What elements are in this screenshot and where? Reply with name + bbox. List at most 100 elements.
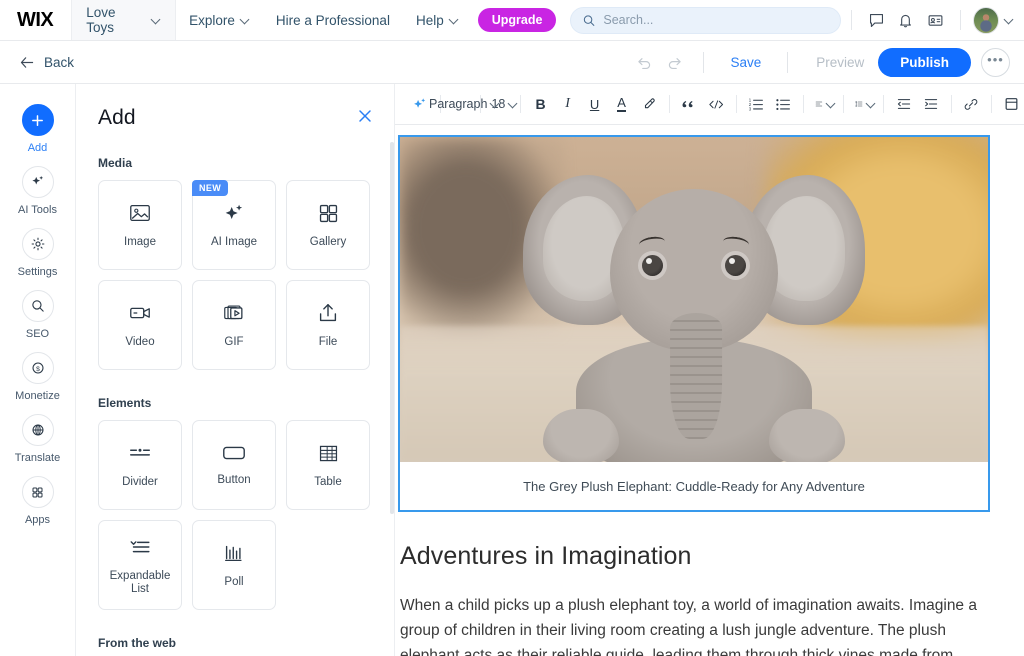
divider — [703, 52, 704, 73]
bell-icon[interactable] — [891, 5, 920, 35]
add-card-gallery[interactable]: Gallery — [286, 180, 370, 270]
add-card-divider[interactable]: Divider — [98, 420, 182, 510]
sidebar-item-apps[interactable]: Apps — [1, 470, 75, 530]
sidebar-item-translate[interactable]: Translate — [1, 408, 75, 468]
svg-text:3: 3 — [749, 106, 752, 111]
site-selector-tab[interactable]: Love Toys — [71, 0, 176, 40]
chevron-down-icon — [450, 15, 459, 24]
italic-button[interactable]: I — [555, 90, 581, 118]
add-card-label: AI Image — [208, 236, 260, 249]
content-editor: Paragraph 18 B I U — [395, 84, 1024, 656]
divider — [960, 10, 961, 30]
add-card-label: GIF — [221, 336, 246, 349]
section-label-from-the-web: From the web — [98, 636, 394, 650]
back-button[interactable]: Back — [20, 55, 74, 70]
close-icon[interactable] — [358, 106, 372, 123]
contact-card-icon[interactable] — [920, 5, 949, 35]
preview-button[interactable]: Preview — [802, 55, 878, 70]
add-card-button[interactable]: Button — [192, 420, 276, 510]
svg-text:$: $ — [36, 366, 40, 373]
nav-item-hire-a-professional[interactable]: Hire a Professional — [263, 0, 403, 40]
redo-icon[interactable] — [659, 47, 689, 77]
sidebar-item-monetize[interactable]: $ Monetize — [1, 346, 75, 406]
site-name-label: Love Toys — [86, 5, 145, 35]
search-box[interactable] — [570, 7, 840, 34]
sidebar-label-settings: Settings — [18, 266, 58, 278]
add-card-gif[interactable]: GIF — [192, 280, 276, 370]
add-card-label: Gallery — [307, 236, 349, 249]
text-color-label: A — [617, 96, 626, 112]
elephant-photo[interactable] — [400, 137, 988, 462]
document-content: The Grey Plush Elephant: Cuddle-Ready fo… — [395, 135, 1024, 656]
editor-body: Add AI Tools Settings — [0, 84, 1024, 656]
dollar-icon: $ — [22, 352, 54, 384]
upload-icon — [316, 301, 340, 325]
expandable-list-icon — [128, 535, 152, 559]
left-rail: Add AI Tools Settings — [0, 84, 76, 656]
indent-icon[interactable] — [918, 90, 944, 118]
underline-label: U — [590, 97, 599, 112]
nav-label-hire: Hire a Professional — [276, 13, 390, 28]
upgrade-button[interactable]: Upgrade — [478, 8, 557, 32]
topbar-spacer — [556, 0, 570, 40]
add-card-label: Button — [214, 474, 253, 487]
bold-button[interactable]: B — [528, 90, 554, 118]
underline-button[interactable]: U — [582, 90, 608, 118]
add-card-ai-image[interactable]: NEW AI Image — [192, 180, 276, 270]
back-label: Back — [44, 55, 74, 70]
ordered-list-icon[interactable]: 1 2 3 — [743, 90, 769, 118]
add-card-expandable-list[interactable]: Expandable List — [98, 520, 182, 610]
align-left-icon[interactable] — [810, 90, 836, 118]
line-height-icon[interactable] — [850, 90, 876, 118]
sidebar-item-ai-tools[interactable]: AI Tools — [1, 160, 75, 220]
avatar[interactable] — [973, 7, 999, 34]
add-card-table[interactable]: Table — [286, 420, 370, 510]
document-paragraph[interactable]: When a child picks up a plush elephant t… — [400, 593, 1000, 656]
nav-label-explore: Explore — [189, 13, 235, 28]
page-title: Add — [98, 106, 136, 130]
document-canvas[interactable]: The Grey Plush Elephant: Cuddle-Ready fo… — [395, 125, 1024, 656]
image-caption: The Grey Plush Elephant: Cuddle-Ready fo… — [523, 479, 865, 494]
add-card-video[interactable]: Video — [98, 280, 182, 370]
document-heading[interactable]: Adventures in Imagination — [400, 542, 1024, 571]
chevron-down-icon[interactable] — [1005, 15, 1014, 24]
search-input[interactable] — [603, 13, 827, 27]
plush-elephant-illustration — [529, 163, 859, 462]
image-block-selected[interactable]: The Grey Plush Elephant: Cuddle-Ready fo… — [398, 135, 990, 512]
embed-icon[interactable] — [998, 90, 1024, 118]
divider — [851, 10, 852, 30]
italic-label: I — [565, 96, 570, 112]
sidebar-item-seo[interactable]: SEO — [1, 284, 75, 344]
undo-icon[interactable] — [629, 47, 659, 77]
highlighter-icon[interactable] — [636, 90, 662, 118]
nav-item-help[interactable]: Help — [403, 0, 472, 40]
grid-icon — [22, 476, 54, 508]
add-panel: Add Media Image — [76, 84, 395, 656]
publish-button[interactable]: Publish — [878, 48, 971, 77]
panel-scrollbar[interactable] — [390, 142, 394, 514]
add-card-poll[interactable]: Poll — [192, 520, 276, 610]
new-badge: NEW — [192, 180, 228, 196]
wix-logo[interactable]: WIX — [0, 0, 71, 40]
quote-icon[interactable] — [676, 90, 702, 118]
chat-icon[interactable] — [862, 5, 891, 35]
sidebar-item-settings[interactable]: Settings — [1, 222, 75, 282]
code-icon[interactable] — [703, 90, 729, 118]
paragraph-style-dropdown[interactable]: Paragraph — [447, 90, 473, 118]
sidebar-item-add[interactable]: Add — [1, 98, 75, 158]
elephant-trunk — [670, 313, 722, 439]
text-color-button[interactable]: A — [609, 90, 635, 118]
sparkle-icon — [22, 166, 54, 198]
nav-item-explore[interactable]: Explore — [176, 0, 263, 40]
image-caption-box[interactable]: The Grey Plush Elephant: Cuddle-Ready fo… — [400, 462, 988, 510]
save-button[interactable]: Save — [718, 55, 773, 70]
chevron-down-icon — [827, 99, 831, 108]
add-card-image[interactable]: Image — [98, 180, 182, 270]
link-icon[interactable] — [958, 90, 984, 118]
plus-icon — [22, 104, 54, 136]
add-card-file[interactable]: File — [286, 280, 370, 370]
divider — [787, 52, 788, 73]
bullet-list-icon[interactable] — [770, 90, 796, 118]
outdent-icon[interactable] — [891, 90, 917, 118]
more-options-button[interactable]: ••• — [981, 48, 1010, 77]
